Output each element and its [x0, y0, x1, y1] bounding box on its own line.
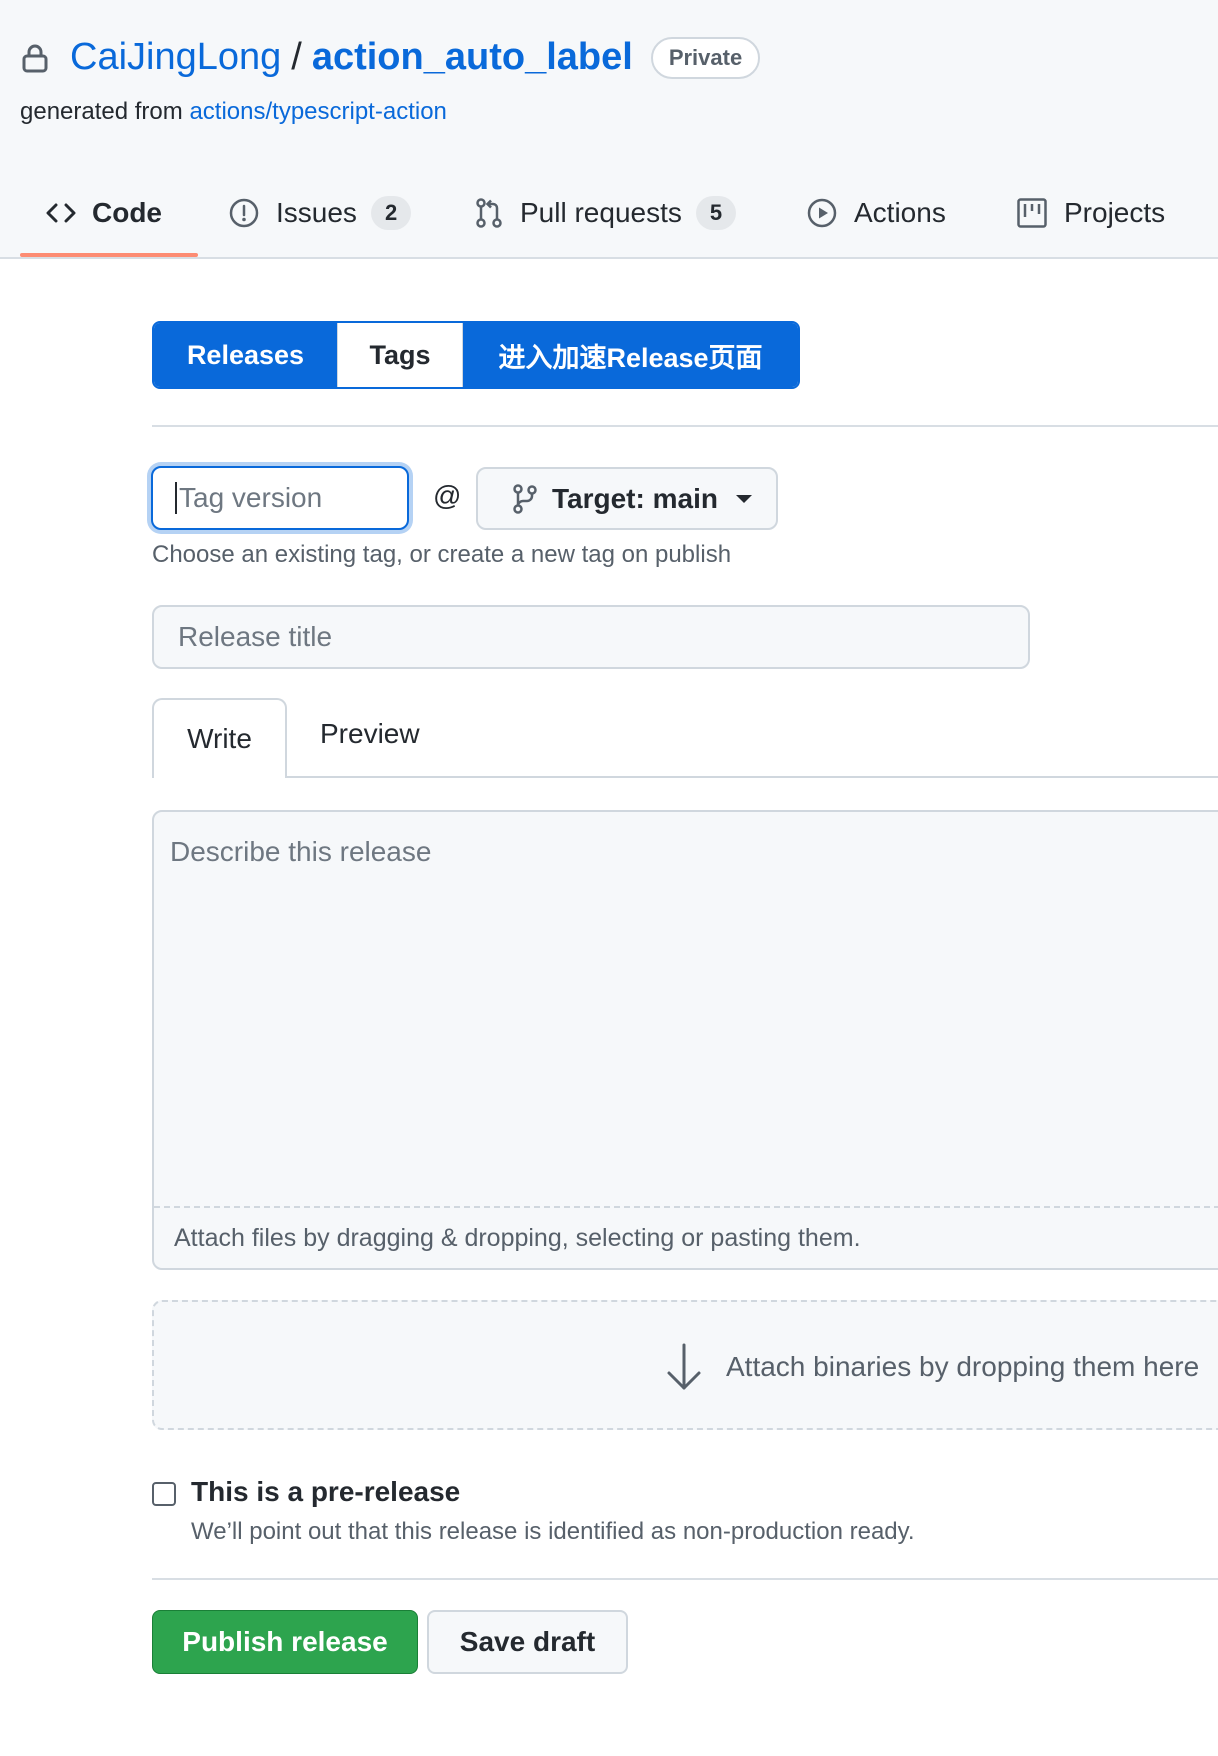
- tab-actions[interactable]: Actions: [806, 188, 946, 238]
- code-icon: [46, 203, 76, 223]
- accelerate-release-button[interactable]: 进入加速Release页面: [463, 323, 798, 387]
- tab-issues[interactable]: Issues 2: [228, 188, 412, 238]
- repo-name-link[interactable]: action_auto_label: [312, 36, 633, 79]
- play-icon: [807, 198, 837, 228]
- repo-header: CaiJingLong / action_auto_label Private …: [0, 0, 1218, 259]
- tab-code-label: Code: [92, 197, 162, 228]
- tab-pull-requests-label: Pull requests: [520, 197, 682, 228]
- binaries-dropzone[interactable]: Attach binaries by dropping them here: [152, 1300, 1218, 1430]
- issue-icon: [229, 198, 259, 228]
- tab-issues-label: Issues: [276, 197, 357, 228]
- visibility-badge: Private: [650, 36, 761, 79]
- selected-tab-indicator: [20, 253, 198, 257]
- arrow-down-icon: [667, 1343, 701, 1390]
- tag-helper-text: Choose an existing tag, or create a new …: [152, 541, 732, 568]
- divider: [152, 1578, 1218, 1580]
- template-repo-link[interactable]: actions/typescript-action: [189, 98, 446, 125]
- tab-projects-label: Projects: [1064, 197, 1166, 228]
- branch-icon: [513, 483, 537, 514]
- prerelease-label[interactable]: This is a pre-release: [191, 1476, 460, 1508]
- prerelease-checkbox[interactable]: [152, 1482, 176, 1506]
- releases-button[interactable]: Releases: [154, 323, 337, 387]
- generated-prefix: generated from: [20, 98, 183, 125]
- repo-nav: Code Issues 2 Pull requests 5 Actions Pr…: [0, 170, 1218, 257]
- publish-release-button[interactable]: Publish release: [152, 1610, 418, 1674]
- repo-title: CaiJingLong / action_auto_label Private: [22, 36, 761, 79]
- release-title-input[interactable]: Release title: [152, 605, 1030, 669]
- lock-icon: [22, 44, 48, 72]
- project-icon: [1017, 198, 1047, 228]
- release-title-placeholder: Release title: [178, 621, 333, 652]
- dropzone-text: Attach binaries by dropping them here: [726, 1351, 1200, 1382]
- target-branch-dropdown[interactable]: Target: main: [476, 467, 778, 530]
- editor-tabs-divider: [152, 776, 1218, 778]
- generated-from: generated from actions/typescript-action: [20, 98, 447, 126]
- description-placeholder: Describe this release: [170, 836, 432, 867]
- tag-version-placeholder: Tag version: [179, 482, 323, 513]
- dropzone-content: Attach binaries by dropping them here: [664, 1342, 1199, 1392]
- tab-pull-requests[interactable]: Pull requests 5: [474, 188, 737, 238]
- save-draft-button[interactable]: Save draft: [427, 1610, 628, 1674]
- target-branch-label: Target: main: [552, 482, 718, 514]
- prerelease-note: We’ll point out that this release is ide…: [191, 1518, 915, 1545]
- chevron-down-icon: [735, 494, 752, 503]
- divider: [152, 425, 1218, 427]
- tab-write[interactable]: Write: [152, 698, 287, 778]
- at-symbol: @: [433, 480, 462, 511]
- repo-separator: /: [291, 36, 302, 78]
- tab-projects[interactable]: Projects: [1016, 188, 1165, 238]
- pull-requests-count-badge: 5: [695, 196, 737, 230]
- release-description-textarea[interactable]: Describe this release Attach files by dr…: [152, 810, 1218, 1270]
- issues-count-badge: 2: [370, 196, 412, 230]
- attach-files-bar[interactable]: Attach files by dragging & dropping, sel…: [154, 1206, 1218, 1268]
- tab-preview[interactable]: Preview: [320, 718, 420, 750]
- pull-request-icon: [476, 198, 502, 228]
- repo-owner-link[interactable]: CaiJingLong: [70, 36, 281, 79]
- releases-tags-switcher: Releases Tags 进入加速Release页面: [152, 321, 800, 389]
- text-cursor: [175, 482, 177, 514]
- tab-code[interactable]: Code: [46, 188, 162, 238]
- tab-actions-label: Actions: [854, 197, 946, 228]
- tags-button[interactable]: Tags: [337, 323, 463, 387]
- tag-version-input[interactable]: Tag version: [151, 466, 409, 530]
